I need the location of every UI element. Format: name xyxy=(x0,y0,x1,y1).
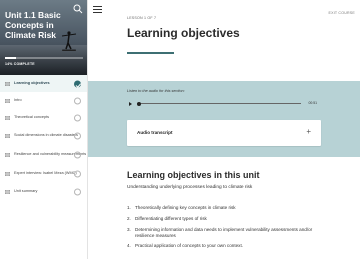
nav-item-intro[interactable]: Intro xyxy=(0,92,87,109)
audio-scrubber-handle[interactable] xyxy=(137,101,141,106)
list-item: 3. Determining information and data needs… xyxy=(127,226,313,238)
lesson-doc-icon xyxy=(5,133,10,138)
nav-item-social-dimensions[interactable]: Social dimensions in climate disasters xyxy=(0,126,87,145)
course-progress-label: 14% COMPLETE xyxy=(5,62,35,66)
audio-section: Listen to the audio for this section: 00… xyxy=(88,81,360,157)
course-progress-bar xyxy=(5,57,83,59)
search-icon[interactable] xyxy=(73,4,83,14)
list-item: 1. Theoretically defining key concepts in… xyxy=(127,205,236,210)
course-title: Unit 1.1 Basic Concepts in Climate Risk xyxy=(5,10,61,40)
exit-course-link[interactable]: EXIT COURSE xyxy=(329,11,356,15)
complete-check-icon xyxy=(74,80,81,87)
nav-item-unit-summary[interactable]: Unit summary xyxy=(0,183,87,200)
objectives-list: 1. Theoretically defining key concepts in… xyxy=(127,205,317,254)
list-item: 4. Practical application of concepts to y… xyxy=(127,243,244,249)
hamburger-menu-icon[interactable] xyxy=(93,6,102,13)
lesson-doc-icon xyxy=(5,171,10,176)
lesson-nav: Learning objectives Intro Theoretical co… xyxy=(0,75,87,200)
list-item: 2. Differentiating different types of ris… xyxy=(127,215,207,221)
course-progress-fill xyxy=(5,57,16,59)
plus-icon[interactable]: + xyxy=(306,128,311,136)
lesson-doc-icon xyxy=(5,189,10,194)
audio-transcript-accordion[interactable]: Audio transcript + xyxy=(127,120,321,146)
status-circle-icon xyxy=(74,114,81,121)
course-hero: Unit 1.1 Basic Concepts in Climate Risk … xyxy=(0,0,87,75)
status-circle-icon xyxy=(74,151,81,158)
nav-item-expert-interview[interactable]: Expert interview: Isabel Meza (WMC) xyxy=(0,164,87,183)
lesson-doc-icon xyxy=(5,81,10,86)
section-heading: Learning objectives in this unit xyxy=(127,170,260,180)
status-circle-icon xyxy=(74,188,81,195)
section-subtitle: Understanding underlying processes leadi… xyxy=(127,185,253,190)
nav-item-learning-objectives[interactable]: Learning objectives xyxy=(0,75,87,92)
status-circle-icon xyxy=(74,132,81,139)
title-underline xyxy=(127,52,174,54)
audio-scrubber-track[interactable] xyxy=(137,103,301,104)
status-circle-icon xyxy=(74,170,81,177)
audio-player: 00:51 xyxy=(127,100,317,107)
play-icon[interactable] xyxy=(129,101,132,106)
status-circle-icon xyxy=(74,97,81,104)
page-title: Learning objectives xyxy=(127,26,240,40)
lesson-counter: LESSON 1 OF 7 xyxy=(127,16,157,20)
lesson-doc-icon xyxy=(5,98,10,103)
audio-prompt: Listen to the audio for this section: xyxy=(127,89,185,93)
nav-item-theoretical-concepts[interactable]: Theoretical concepts xyxy=(0,109,87,126)
lesson-doc-icon xyxy=(5,115,10,120)
nav-item-resilience-vulnerability[interactable]: Resilience and vulnerability measurement… xyxy=(0,145,87,164)
sidebar: Unit 1.1 Basic Concepts in Climate Risk … xyxy=(0,0,88,259)
lesson-content: LESSON 1 OF 7 EXIT COURSE Learning objec… xyxy=(88,0,360,259)
lesson-doc-icon xyxy=(5,152,10,157)
audio-duration: 00:51 xyxy=(308,101,318,105)
transcript-label: Audio transcript xyxy=(137,130,173,135)
